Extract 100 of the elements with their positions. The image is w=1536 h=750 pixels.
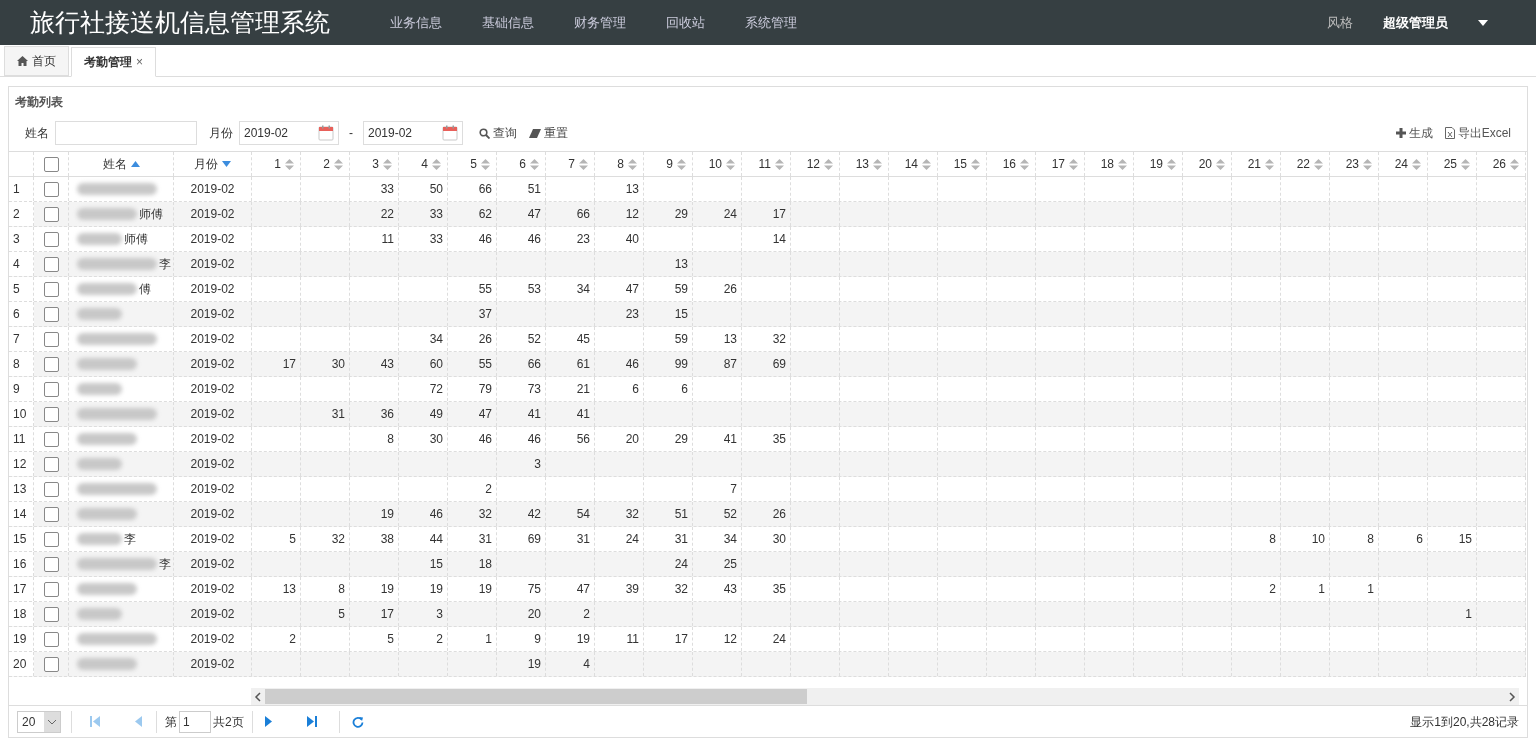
checkbox[interactable] <box>43 556 59 572</box>
page-count: 共2页 <box>213 713 244 731</box>
month-from-field[interactable]: 2019-02 <box>239 121 339 145</box>
column-header[interactable]: 月份 <box>174 152 252 176</box>
checkbox[interactable] <box>43 306 59 322</box>
checkbox[interactable] <box>43 481 59 497</box>
column-header[interactable]: 9 <box>644 152 693 176</box>
nav-menu-item[interactable]: 业务信息 <box>370 12 462 33</box>
column-header[interactable]: 4 <box>399 152 448 176</box>
checkbox[interactable] <box>43 206 59 222</box>
table-cell-text: 6 <box>1416 531 1423 548</box>
checkbox[interactable] <box>43 531 59 547</box>
close-icon[interactable]: × <box>136 53 143 71</box>
page-number-field[interactable]: 1 <box>179 710 211 733</box>
column-header[interactable]: 13 <box>840 152 889 176</box>
table-cell-text: 29 <box>674 206 688 223</box>
checkbox[interactable] <box>43 356 59 372</box>
table-cell-text: 33 <box>429 231 443 248</box>
next-page-icon[interactable] <box>264 716 273 727</box>
column-header[interactable]: 11 <box>742 152 791 176</box>
style-link[interactable]: 风格 <box>1327 12 1353 33</box>
table-cell-text: 55 <box>478 281 492 298</box>
column-header[interactable]: 23 <box>1330 152 1379 176</box>
column-header[interactable]: 14 <box>889 152 938 176</box>
page-size-select[interactable]: 20 <box>17 710 61 733</box>
checkbox[interactable] <box>43 581 59 597</box>
column-header[interactable]: 12 <box>791 152 840 176</box>
month-to-field[interactable]: 2019-02 <box>363 121 463 145</box>
calendar-icon[interactable] <box>318 125 334 141</box>
column-header[interactable]: 2 <box>301 152 350 176</box>
column-header[interactable]: 20 <box>1183 152 1232 176</box>
column-header[interactable]: 10 <box>693 152 742 176</box>
table-cell-text: 75 <box>527 581 541 598</box>
checkbox[interactable] <box>43 656 59 672</box>
nav-menu-item[interactable]: 财务管理 <box>554 12 646 33</box>
column-header[interactable]: 8 <box>595 152 644 176</box>
row-number: 6 <box>9 302 34 326</box>
tab[interactable]: 首页 <box>4 46 69 76</box>
row-number: 20 <box>9 652 34 676</box>
reset-button[interactable]: 重置 <box>529 124 568 142</box>
table-cell-text: 26 <box>723 281 737 298</box>
table-cell: 2019-02 <box>174 652 252 676</box>
checkbox[interactable] <box>43 456 59 472</box>
nav-menu-item[interactable]: 回收站 <box>646 12 725 33</box>
nav-menu-item[interactable]: 系统管理 <box>725 12 817 33</box>
table-cell-text: 30 <box>772 531 786 548</box>
horizontal-scrollbar[interactable] <box>251 688 1519 705</box>
column-header[interactable]: 1 <box>252 152 301 176</box>
checkbox[interactable] <box>43 156 59 172</box>
column-header[interactable]: 19 <box>1134 152 1183 176</box>
checkbox[interactable] <box>43 256 59 272</box>
column-header[interactable]: 7 <box>546 152 595 176</box>
column-header[interactable]: 3 <box>350 152 399 176</box>
checkbox[interactable] <box>43 631 59 647</box>
last-page-icon[interactable] <box>306 716 317 727</box>
table-cell-text: 26 <box>772 506 786 523</box>
table-cell-text: 47 <box>625 281 639 298</box>
name-input-field[interactable] <box>55 121 197 145</box>
table-cell-text: 11 <box>381 231 394 248</box>
checkbox[interactable] <box>43 181 59 197</box>
checkbox[interactable] <box>43 431 59 447</box>
sort-icon <box>726 158 735 170</box>
checkbox[interactable] <box>43 381 59 397</box>
column-header[interactable]: 17 <box>1036 152 1085 176</box>
checkbox[interactable] <box>43 231 59 247</box>
sort-icon <box>285 158 294 170</box>
column-header[interactable]: 15 <box>938 152 987 176</box>
table-cell-text: 39 <box>625 581 639 598</box>
sort-icon <box>922 158 931 170</box>
column-header[interactable]: 5 <box>448 152 497 176</box>
checkbox[interactable] <box>43 506 59 522</box>
export-button[interactable]: 导出Excel <box>1444 124 1511 142</box>
column-header[interactable]: 24 <box>1379 152 1428 176</box>
column-header[interactable]: 21 <box>1232 152 1281 176</box>
table-cell-text: 26 <box>478 331 492 348</box>
search-button[interactable]: 查询 <box>479 124 517 142</box>
filter-label: 姓名 <box>25 125 49 142</box>
nav-menu-item[interactable]: 基础信息 <box>462 12 554 33</box>
tab[interactable]: 考勤管理 × <box>71 47 156 77</box>
table-cell-text: 21 <box>576 381 590 398</box>
generate-button[interactable]: 生成 <box>1395 124 1433 142</box>
checkbox[interactable] <box>43 331 59 347</box>
column-header[interactable]: 18 <box>1085 152 1134 176</box>
table-cell-text: 61 <box>576 356 590 373</box>
table-cell: 2019-02 <box>174 502 252 526</box>
refresh-icon[interactable] <box>351 715 364 728</box>
caret-icon[interactable] <box>1478 19 1488 26</box>
calendar-icon[interactable] <box>442 125 458 141</box>
table-cell-text: 30 <box>331 356 345 373</box>
table-cell-text: 46 <box>478 431 492 448</box>
column-header[interactable]: 姓名 <box>69 152 174 176</box>
column-header[interactable]: 22 <box>1281 152 1330 176</box>
column-header[interactable]: 26 <box>1477 152 1526 176</box>
checkbox[interactable] <box>43 606 59 622</box>
column-header[interactable]: 6 <box>497 152 546 176</box>
checkbox[interactable] <box>43 406 59 422</box>
column-header[interactable]: 16 <box>987 152 1036 176</box>
user-menu[interactable]: 超级管理员 <box>1383 12 1448 33</box>
column-header[interactable]: 25 <box>1428 152 1477 176</box>
checkbox[interactable] <box>43 281 59 297</box>
